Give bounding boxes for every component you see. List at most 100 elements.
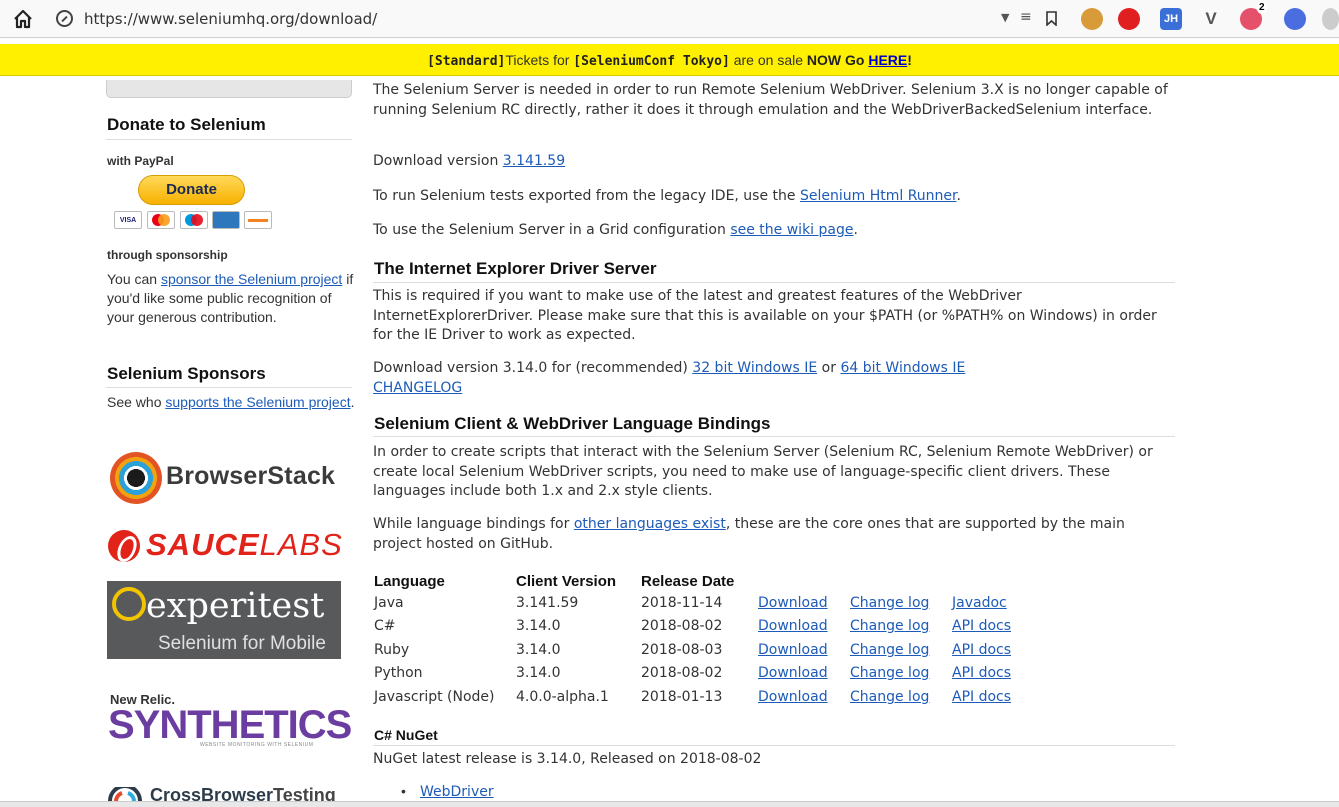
adblock-extension-icon[interactable] — [1118, 8, 1140, 30]
saucelabs-logo-text[interactable]: SAUCELABS — [146, 527, 343, 563]
download-link[interactable]: Download — [758, 595, 828, 611]
cell-date: 2018-08-03 — [641, 641, 723, 658]
docs-link[interactable]: Javadoc — [952, 595, 1007, 611]
banner-here-link[interactable]: HERE — [868, 52, 907, 68]
table-cell: Javascript (Node) — [374, 685, 516, 709]
docs-link[interactable]: API docs — [952, 665, 1011, 681]
url-field[interactable]: https://www.seleniumhq.org/download/ — [84, 10, 377, 28]
changelog-link[interactable]: Change log — [850, 618, 929, 634]
download-link[interactable]: Download — [758, 689, 828, 705]
paypal-donate-button[interactable]: Donate — [138, 175, 245, 205]
cell-version: 3.141.59 — [516, 594, 579, 611]
browserstack-logo-icon[interactable] — [110, 452, 162, 504]
table-cell: Change log — [850, 591, 952, 615]
table-cell: API docs — [952, 615, 1032, 639]
home-icon[interactable] — [13, 9, 33, 29]
server-download-link[interactable]: 3.141.59 — [503, 153, 565, 169]
v-extension-icon[interactable]: V — [1200, 8, 1222, 30]
newrelic-tagline: WEBSITE MONITORING WITH SELENIUM — [200, 742, 314, 748]
table-cell: Change log — [850, 615, 952, 639]
sponsor-pre-text: You can — [107, 271, 161, 287]
nuget-divider — [373, 745, 1175, 746]
crossbrowsertesting-logo-icon[interactable] — [108, 787, 142, 801]
site-info-icon[interactable] — [56, 10, 73, 27]
table-cell: 4.0.0-alpha.1 — [516, 685, 641, 709]
reader-mode-icon[interactable]: ≡ — [1020, 9, 1032, 25]
docs-link[interactable]: API docs — [952, 618, 1011, 634]
table-cell: 3.14.0 — [516, 638, 641, 662]
overflow-extension-icon[interactable] — [1322, 8, 1339, 30]
cell-version: 3.14.0 — [516, 641, 561, 658]
table-cell: Change log — [850, 662, 952, 686]
other-languages-link[interactable]: other languages exist — [574, 516, 726, 532]
ie-divider — [373, 282, 1175, 283]
jh-extension-icon[interactable]: JH — [1160, 8, 1182, 30]
changelog-link[interactable]: Change log — [850, 595, 929, 611]
changelog-link[interactable]: Change log — [850, 642, 929, 658]
ie-download-pre: Download version 3.14.0 for (recommended… — [373, 360, 693, 376]
cell-language: C# — [374, 618, 396, 635]
experitest-mark-icon — [112, 587, 146, 621]
cell-version: 3.14.0 — [516, 618, 561, 635]
table-cell: Ruby — [374, 638, 516, 662]
ie-64bit-link[interactable]: 64 bit Windows IE — [840, 360, 965, 376]
table-cell: Download — [758, 662, 850, 686]
nuget-webdriver-link[interactable]: WebDriver — [420, 784, 494, 800]
changelog-link[interactable]: Change log — [850, 689, 929, 705]
table-cell: Download — [758, 685, 850, 709]
experitest-subtitle: Selenium for Mobile — [158, 633, 326, 654]
table-row: C# 3.14.0 2018-08-02 Download Change log API … — [374, 615, 1032, 639]
table-cell: Download — [758, 591, 850, 615]
docs-link[interactable]: API docs — [952, 689, 1011, 705]
bindings-table: Language Client Version Release Date Jav… — [374, 571, 1032, 709]
changelog-link[interactable]: Change log — [850, 665, 929, 681]
table-row: Java 3.141.59 2018-11-14 Download Change log… — [374, 591, 1032, 615]
ie-changelog-link[interactable]: CHANGELOG — [373, 380, 462, 396]
bookmark-icon[interactable] — [1046, 11, 1057, 26]
mastercard-icon — [147, 211, 175, 229]
banner-exclaim: ! — [907, 52, 912, 68]
header-release-date: Release Date — [641, 572, 735, 590]
through-sponsorship-label: through sponsorship — [107, 248, 228, 262]
supports-selenium-link[interactable]: supports the Selenium project — [165, 394, 350, 410]
ie-32bit-link[interactable]: 32 bit Windows IE — [692, 360, 817, 376]
docs-link[interactable]: API docs — [952, 642, 1011, 658]
bindings-heading: Selenium Client & WebDriver Language Bin… — [374, 414, 771, 433]
nuget-heading: C# NuGet — [374, 727, 438, 743]
saucelabs-logo-icon[interactable] — [108, 530, 140, 562]
search-box-bottom — [106, 80, 352, 98]
sponsor-selenium-link[interactable]: sponsor the Selenium project — [161, 271, 342, 287]
extension-badge-count: 2 — [1257, 2, 1267, 14]
ie-driver-heading: The Internet Explorer Driver Server — [374, 259, 657, 278]
table-header-row: Language Client Version Release Date — [374, 571, 1032, 591]
table-cell: Download — [758, 615, 850, 639]
grid-post: . — [853, 222, 858, 238]
saucelabs-light: LABS — [259, 527, 343, 562]
cell-language: Javascript (Node) — [374, 688, 495, 705]
table-cell: API docs — [952, 638, 1032, 662]
bindings-divider — [373, 436, 1175, 437]
dropdown-arrow-icon[interactable]: ▼ — [1001, 11, 1009, 24]
download-version-line: Download version 3.141.59 — [373, 152, 1173, 172]
saucelabs-bold: SAUCE — [146, 527, 260, 562]
shield-extension-icon[interactable] — [1284, 8, 1306, 30]
download-link[interactable]: Download — [758, 642, 828, 658]
nuget-list: WebDriver — [400, 784, 494, 800]
cookie-extension-icon[interactable] — [1081, 8, 1103, 30]
donate-heading: Donate to Selenium — [107, 115, 266, 134]
table-cell: C# — [374, 615, 516, 639]
table-cell: 3.14.0 — [516, 662, 641, 686]
cell-date: 2018-08-02 — [641, 665, 723, 682]
table-cell: 2018-08-03 — [641, 638, 758, 662]
wiki-page-link[interactable]: see the wiki page — [730, 222, 853, 238]
legacy-post: . — [956, 188, 961, 204]
banner-tickets-text: Tickets for — [505, 52, 574, 68]
download-link[interactable]: Download — [758, 665, 828, 681]
download-link[interactable]: Download — [758, 618, 828, 634]
html-runner-link[interactable]: Selenium Html Runner — [800, 188, 957, 204]
table-cell: 2018-11-14 — [641, 591, 758, 615]
ie-description: This is required if you want to make use… — [373, 288, 1157, 343]
browserstack-logo-text[interactable]: BrowserStack — [166, 462, 335, 491]
table-cell: API docs — [952, 662, 1032, 686]
table-cell: Python — [374, 662, 516, 686]
